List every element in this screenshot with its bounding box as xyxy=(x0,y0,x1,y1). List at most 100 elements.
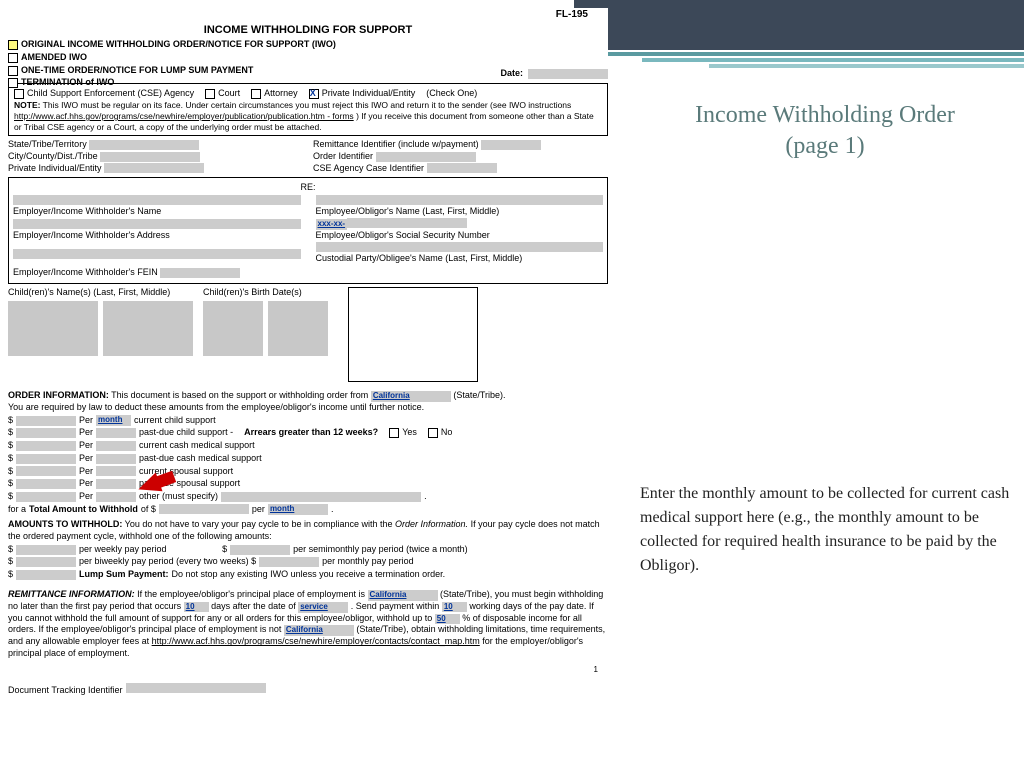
children-dates-label: Child(ren)'s Birth Date(s) xyxy=(203,287,328,299)
per2[interactable] xyxy=(96,428,136,438)
cust-name-field[interactable] xyxy=(316,242,604,252)
child-name-block-2[interactable] xyxy=(103,301,193,356)
children-names-label: Child(ren)'s Name(s) (Last, First, Middl… xyxy=(8,287,193,299)
label-private: Private Individual/Entity xyxy=(322,88,416,100)
private-id-label: Private Individual/Entity xyxy=(8,163,102,173)
obl-name-field[interactable] xyxy=(316,195,604,205)
emp-fein-label: Employer/Income Withholder's FEIN xyxy=(13,267,158,277)
amt2[interactable] xyxy=(16,428,76,438)
arrears-no[interactable] xyxy=(428,428,438,438)
line3: current cash medical support xyxy=(139,440,255,452)
per1: month xyxy=(96,415,131,426)
label-court: Court xyxy=(218,88,240,100)
remit-label: REMITTANCE INFORMATION: xyxy=(8,589,135,599)
emp-addr-field[interactable] xyxy=(13,219,301,229)
child-date-block-2[interactable] xyxy=(268,301,328,356)
remit-field[interactable] xyxy=(481,140,541,150)
remit-service: service xyxy=(298,602,348,613)
amt5[interactable] xyxy=(16,466,76,476)
side-body: Enter the monthly amount to be collected… xyxy=(640,482,1010,578)
biweekly-amt[interactable] xyxy=(16,557,76,567)
remit-state1: California xyxy=(368,590,438,601)
checkbox-court[interactable] xyxy=(205,89,215,99)
city-field[interactable] xyxy=(100,152,200,162)
line4: past-due cash medical support xyxy=(139,453,262,465)
check-one: (Check One) xyxy=(426,88,477,100)
ssn-field[interactable] xyxy=(347,218,467,228)
page-number: 1 xyxy=(8,665,608,675)
other-field[interactable] xyxy=(221,492,421,502)
remit-working: 10 xyxy=(442,602,467,612)
arrears-yes[interactable] xyxy=(389,428,399,438)
arrears-q: Arrears greater than 12 weeks? xyxy=(244,427,378,439)
obl-name-label: Employee/Obligor's Name (Last, First, Mi… xyxy=(316,206,604,218)
monthly-amt[interactable] xyxy=(259,557,319,567)
date-field[interactable] xyxy=(528,69,608,79)
children-section: Child(ren)'s Name(s) (Last, First, Middl… xyxy=(8,287,608,382)
label-original: ORIGINAL INCOME WITHHOLDING ORDER/NOTICE… xyxy=(21,39,336,51)
emp-addr-label: Employer/Income Withholder's Address xyxy=(13,230,301,242)
child-name-block-1[interactable] xyxy=(8,301,98,356)
checkbox-cse[interactable] xyxy=(14,89,24,99)
obl-ssn-label: Employee/Obligor's Social Security Numbe… xyxy=(316,230,604,242)
per7[interactable] xyxy=(96,492,136,502)
checkbox-attorney[interactable] xyxy=(251,89,261,99)
emp-name-field[interactable] xyxy=(13,195,301,205)
remit-section: REMITTANCE INFORMATION: If the employee/… xyxy=(8,589,608,660)
identifier-row: State/Tribe/Territory City/County/Dist./… xyxy=(8,139,608,174)
amt7[interactable] xyxy=(16,492,76,502)
row-original: ORIGINAL INCOME WITHHOLDING ORDER/NOTICE… xyxy=(8,39,608,51)
remit-state2: California xyxy=(284,625,354,636)
note-section: NOTE: This IWO must be regular on its fa… xyxy=(14,100,602,132)
remit-label: Remittance Identifier (include w/payment… xyxy=(313,139,479,149)
city-label: City/County/Dist./Tribe xyxy=(8,151,98,161)
line2: past-due child support - xyxy=(139,427,233,439)
order-info-label: ORDER INFORMATION: xyxy=(8,390,109,400)
per4[interactable] xyxy=(96,454,136,464)
amt4[interactable] xyxy=(16,454,76,464)
amt1[interactable] xyxy=(16,416,76,426)
line1: current child support xyxy=(134,415,216,427)
amt6[interactable] xyxy=(16,479,76,489)
remit-link[interactable]: http://www.acf.hhs.gov/programs/cse/newh… xyxy=(152,636,480,646)
weekly-amt[interactable] xyxy=(16,545,76,555)
tracking-field[interactable] xyxy=(126,683,266,693)
requestor-box: Child Support Enforcement (CSE) Agency C… xyxy=(8,83,608,137)
note-link[interactable]: http://www.acf.hhs.gov/programs/cse/newh… xyxy=(14,111,354,121)
amt3[interactable] xyxy=(16,441,76,451)
checkbox-original[interactable] xyxy=(8,40,18,50)
note-label: NOTE: xyxy=(14,100,40,110)
fein-field[interactable] xyxy=(160,268,240,278)
per5[interactable] xyxy=(96,466,136,476)
cse-field[interactable] xyxy=(427,163,497,173)
order-state: California xyxy=(371,391,451,402)
tracking-label: Document Tracking Identifier xyxy=(8,685,123,695)
remit-days: 10 xyxy=(184,602,209,612)
order-text2: You are required by law to deduct these … xyxy=(8,402,608,414)
date-label: Date: xyxy=(500,68,523,80)
label-cse: Child Support Enforcement (CSE) Agency xyxy=(27,88,194,100)
order-field[interactable] xyxy=(376,152,476,162)
per3[interactable] xyxy=(96,441,136,451)
children-extra-box xyxy=(348,287,478,382)
note-text1: This IWO must be regular on its face. Un… xyxy=(43,100,572,110)
checkbox-amended[interactable] xyxy=(8,53,18,63)
checkbox-termination[interactable] xyxy=(8,78,18,88)
order-text1: This document is based on the support or… xyxy=(111,390,368,400)
form-document: FL-195 INCOME WITHHOLDING FOR SUPPORT OR… xyxy=(8,8,608,697)
emp-addr2-field[interactable] xyxy=(13,249,301,259)
checkbox-private[interactable] xyxy=(309,89,319,99)
lump-amt[interactable] xyxy=(16,570,76,580)
semi-amt[interactable] xyxy=(230,545,290,555)
row-amended: AMENDED IWO xyxy=(8,52,608,64)
child-date-block-1[interactable] xyxy=(203,301,263,356)
order-info-section: ORDER INFORMATION: This document is base… xyxy=(8,390,608,515)
state-field[interactable] xyxy=(89,140,199,150)
per6[interactable] xyxy=(96,479,136,489)
checkbox-onetime[interactable] xyxy=(8,66,18,76)
amounts-label: AMOUNTS TO WITHHOLD: xyxy=(8,519,122,529)
private-field[interactable] xyxy=(104,163,204,173)
total-per: month xyxy=(268,504,328,515)
remit-percent: 50 xyxy=(435,614,460,624)
total-field[interactable] xyxy=(159,504,249,514)
